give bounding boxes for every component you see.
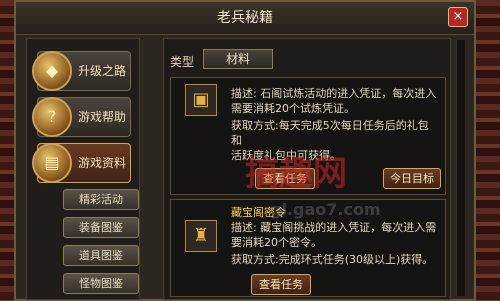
item-source: 获取方式:完成环式任务(30级以上)获得。 bbox=[231, 253, 434, 266]
daily-goal-button[interactable]: 今日目标 bbox=[383, 168, 441, 189]
subnav-item-monster-guide[interactable]: 怪物图鉴 bbox=[63, 273, 139, 294]
decorative-pillar-right bbox=[474, 0, 500, 301]
nav-item-label: 升级之路 bbox=[78, 64, 127, 78]
subnav-item-equipment-guide[interactable]: 装备图鉴 bbox=[63, 217, 139, 238]
trial-token-icon: ▣ bbox=[185, 84, 217, 116]
item-description: 描述: 藏宝阁挑战的进入凭证，每次进入需 要消耗20个密令。 bbox=[231, 221, 437, 249]
scroll-icon: ? bbox=[32, 97, 72, 137]
window-title: 老兵秘籍 bbox=[217, 10, 273, 26]
title-bar: 老兵秘籍 × bbox=[16, 2, 474, 35]
watermark-logo: 搞趣网 bbox=[245, 154, 347, 194]
view-task-button[interactable]: 查看任务 bbox=[251, 274, 311, 295]
close-button[interactable]: × bbox=[448, 7, 468, 27]
nav-item-game-data[interactable]: ▤ 游戏资料 bbox=[32, 143, 131, 183]
gem-icon: ◆ bbox=[32, 51, 72, 91]
subnav-item-events[interactable]: 精彩活动 bbox=[63, 189, 139, 210]
nav-item-label: 游戏资料 bbox=[78, 156, 127, 170]
scrollbar[interactable] bbox=[456, 40, 465, 296]
item-description: 描述: 石阁试炼活动的进入凭证，每次进入 需要消耗20个试炼凭证。 bbox=[231, 87, 437, 115]
type-filter-value[interactable]: 材料 bbox=[203, 49, 273, 69]
bottle-icon: ♜ bbox=[185, 220, 217, 252]
book-icon: ▤ bbox=[32, 143, 72, 183]
nav-item-game-help[interactable]: ? 游戏帮助 bbox=[32, 97, 131, 137]
close-icon: × bbox=[452, 9, 464, 24]
category-nav: ◆ 升级之路 ? 游戏帮助 ▤ 游戏资料 精彩活动 装备图鉴 道具图鉴 怪物图鉴 bbox=[26, 38, 140, 300]
type-label: 类型 bbox=[170, 55, 195, 69]
nav-item-label: 游戏帮助 bbox=[78, 110, 127, 124]
watermark-url: gl.gao7.com bbox=[270, 200, 381, 219]
subnav-item-item-guide[interactable]: 道具图鉴 bbox=[63, 245, 139, 266]
nav-item-upgrade-path[interactable]: ◆ 升级之路 bbox=[32, 51, 131, 91]
